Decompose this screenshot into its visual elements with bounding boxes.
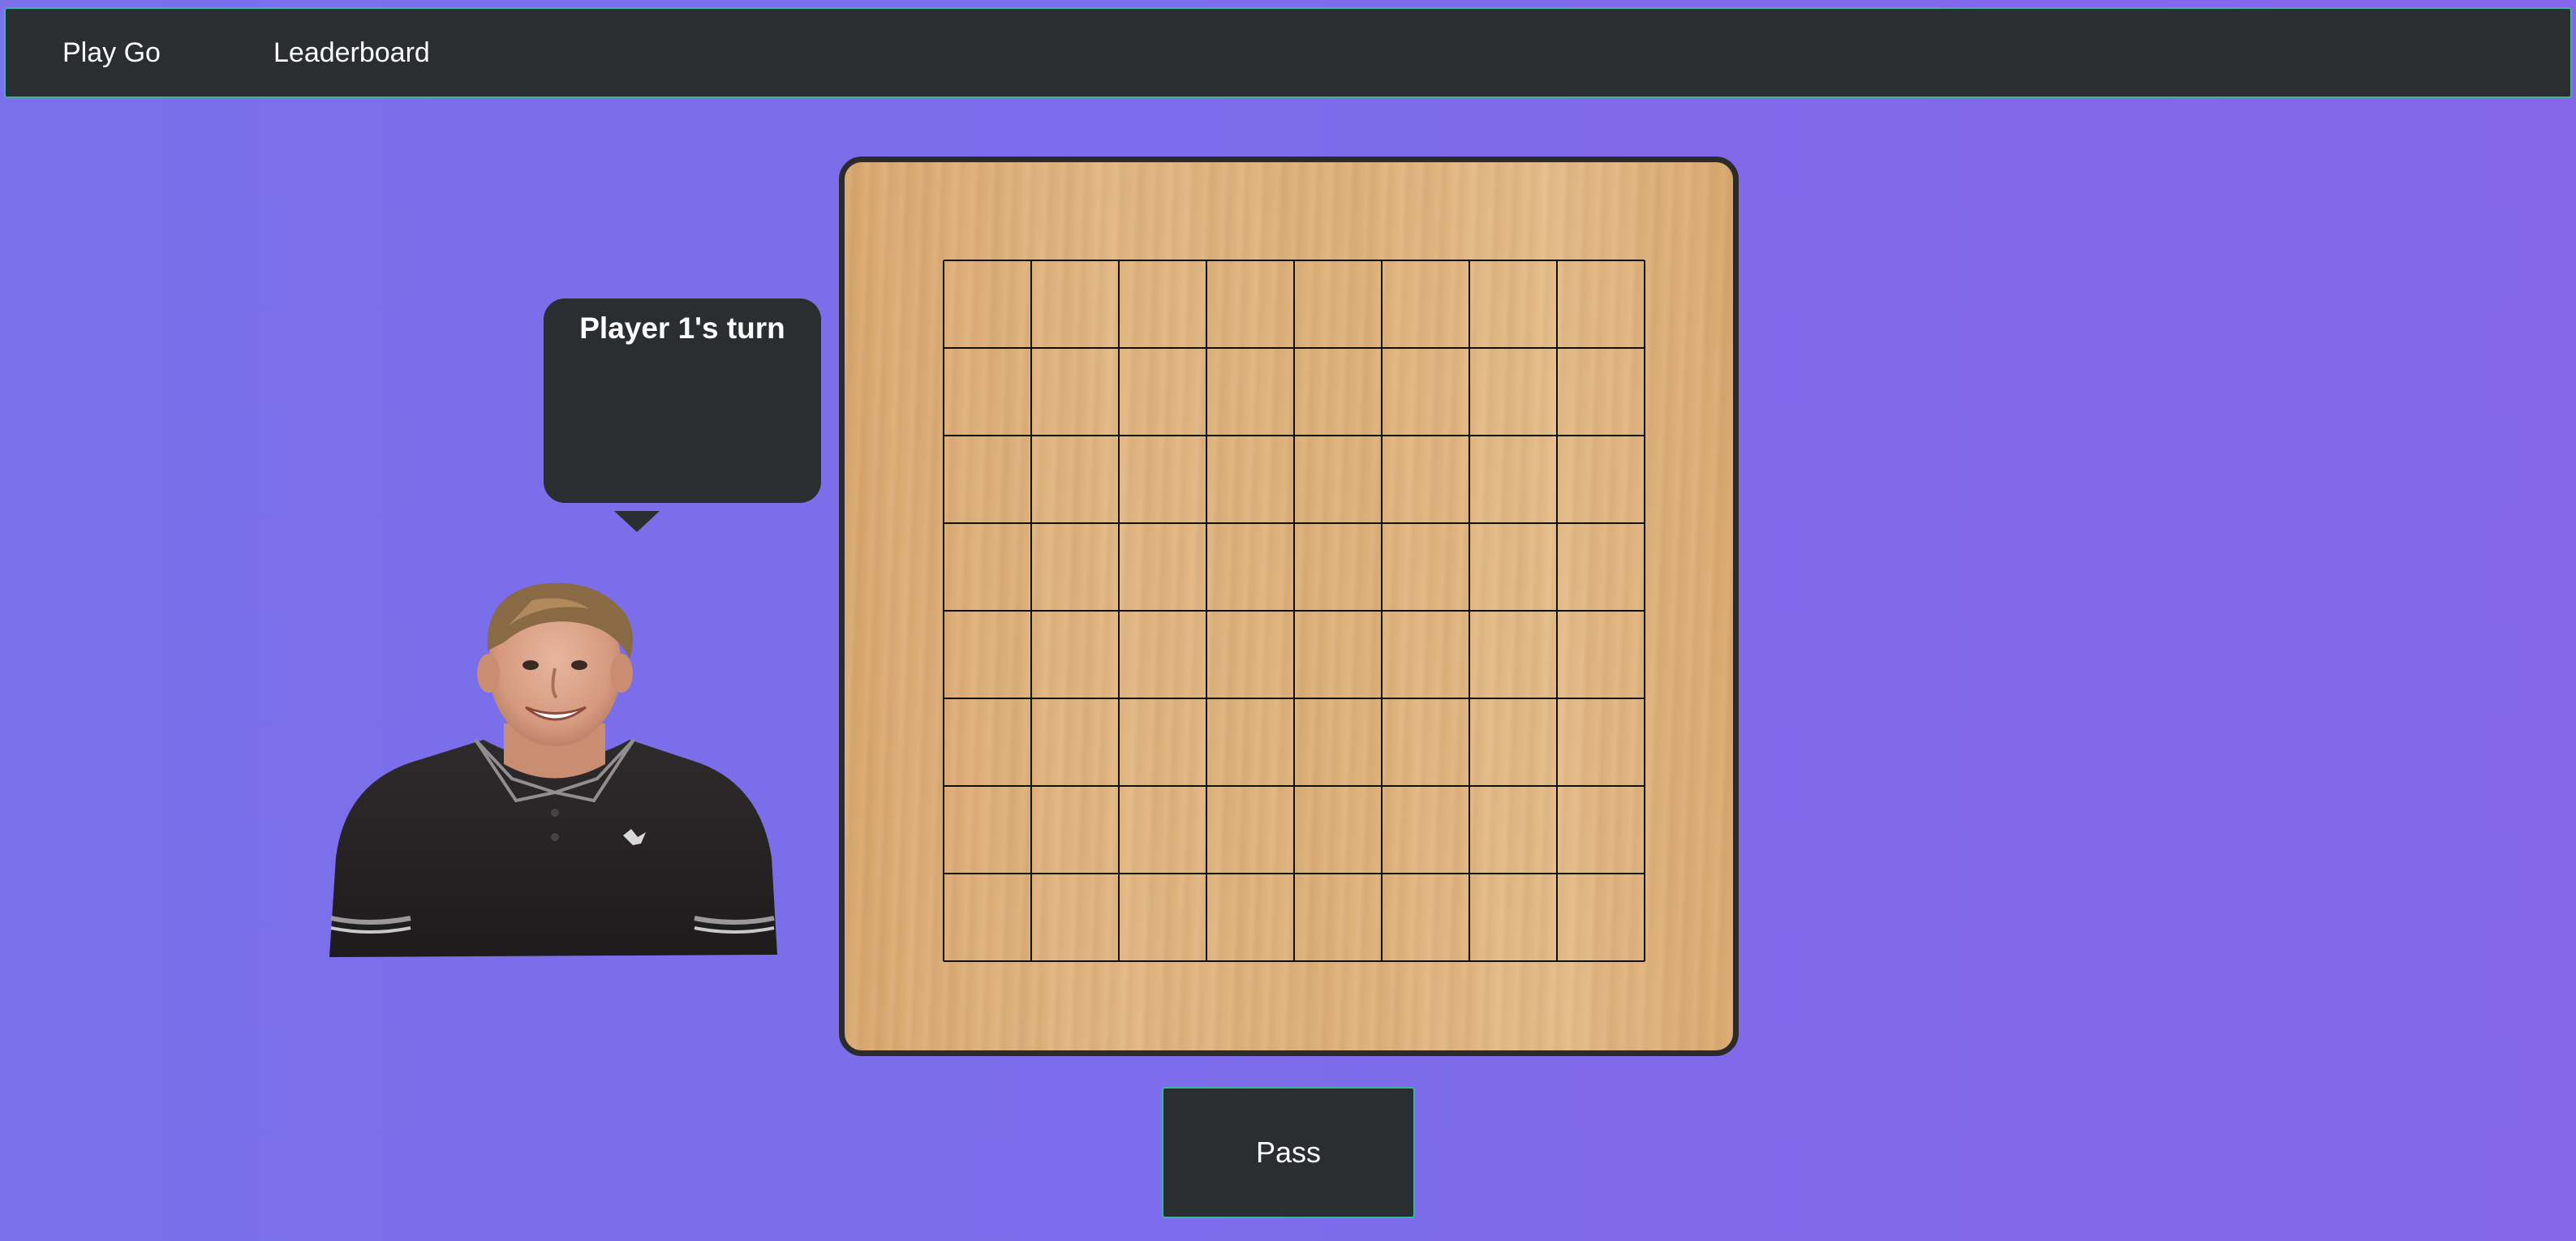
turn-indicator-text: Player 1's turn	[579, 311, 785, 345]
board-grid[interactable]	[845, 162, 1733, 1050]
speech-bubble-tail	[614, 511, 660, 532]
player-avatar	[329, 582, 777, 957]
go-board[interactable]	[839, 157, 1739, 1056]
nav-play-go-link[interactable]: Play Go	[62, 9, 161, 97]
pass-button[interactable]: Pass	[1162, 1087, 1415, 1218]
top-navbar: Play Go Leaderboard	[4, 7, 2572, 98]
nav-leaderboard-link[interactable]: Leaderboard	[273, 9, 430, 97]
turn-speech-bubble: Player 1's turn	[544, 298, 821, 503]
grid-lines	[943, 260, 1645, 962]
